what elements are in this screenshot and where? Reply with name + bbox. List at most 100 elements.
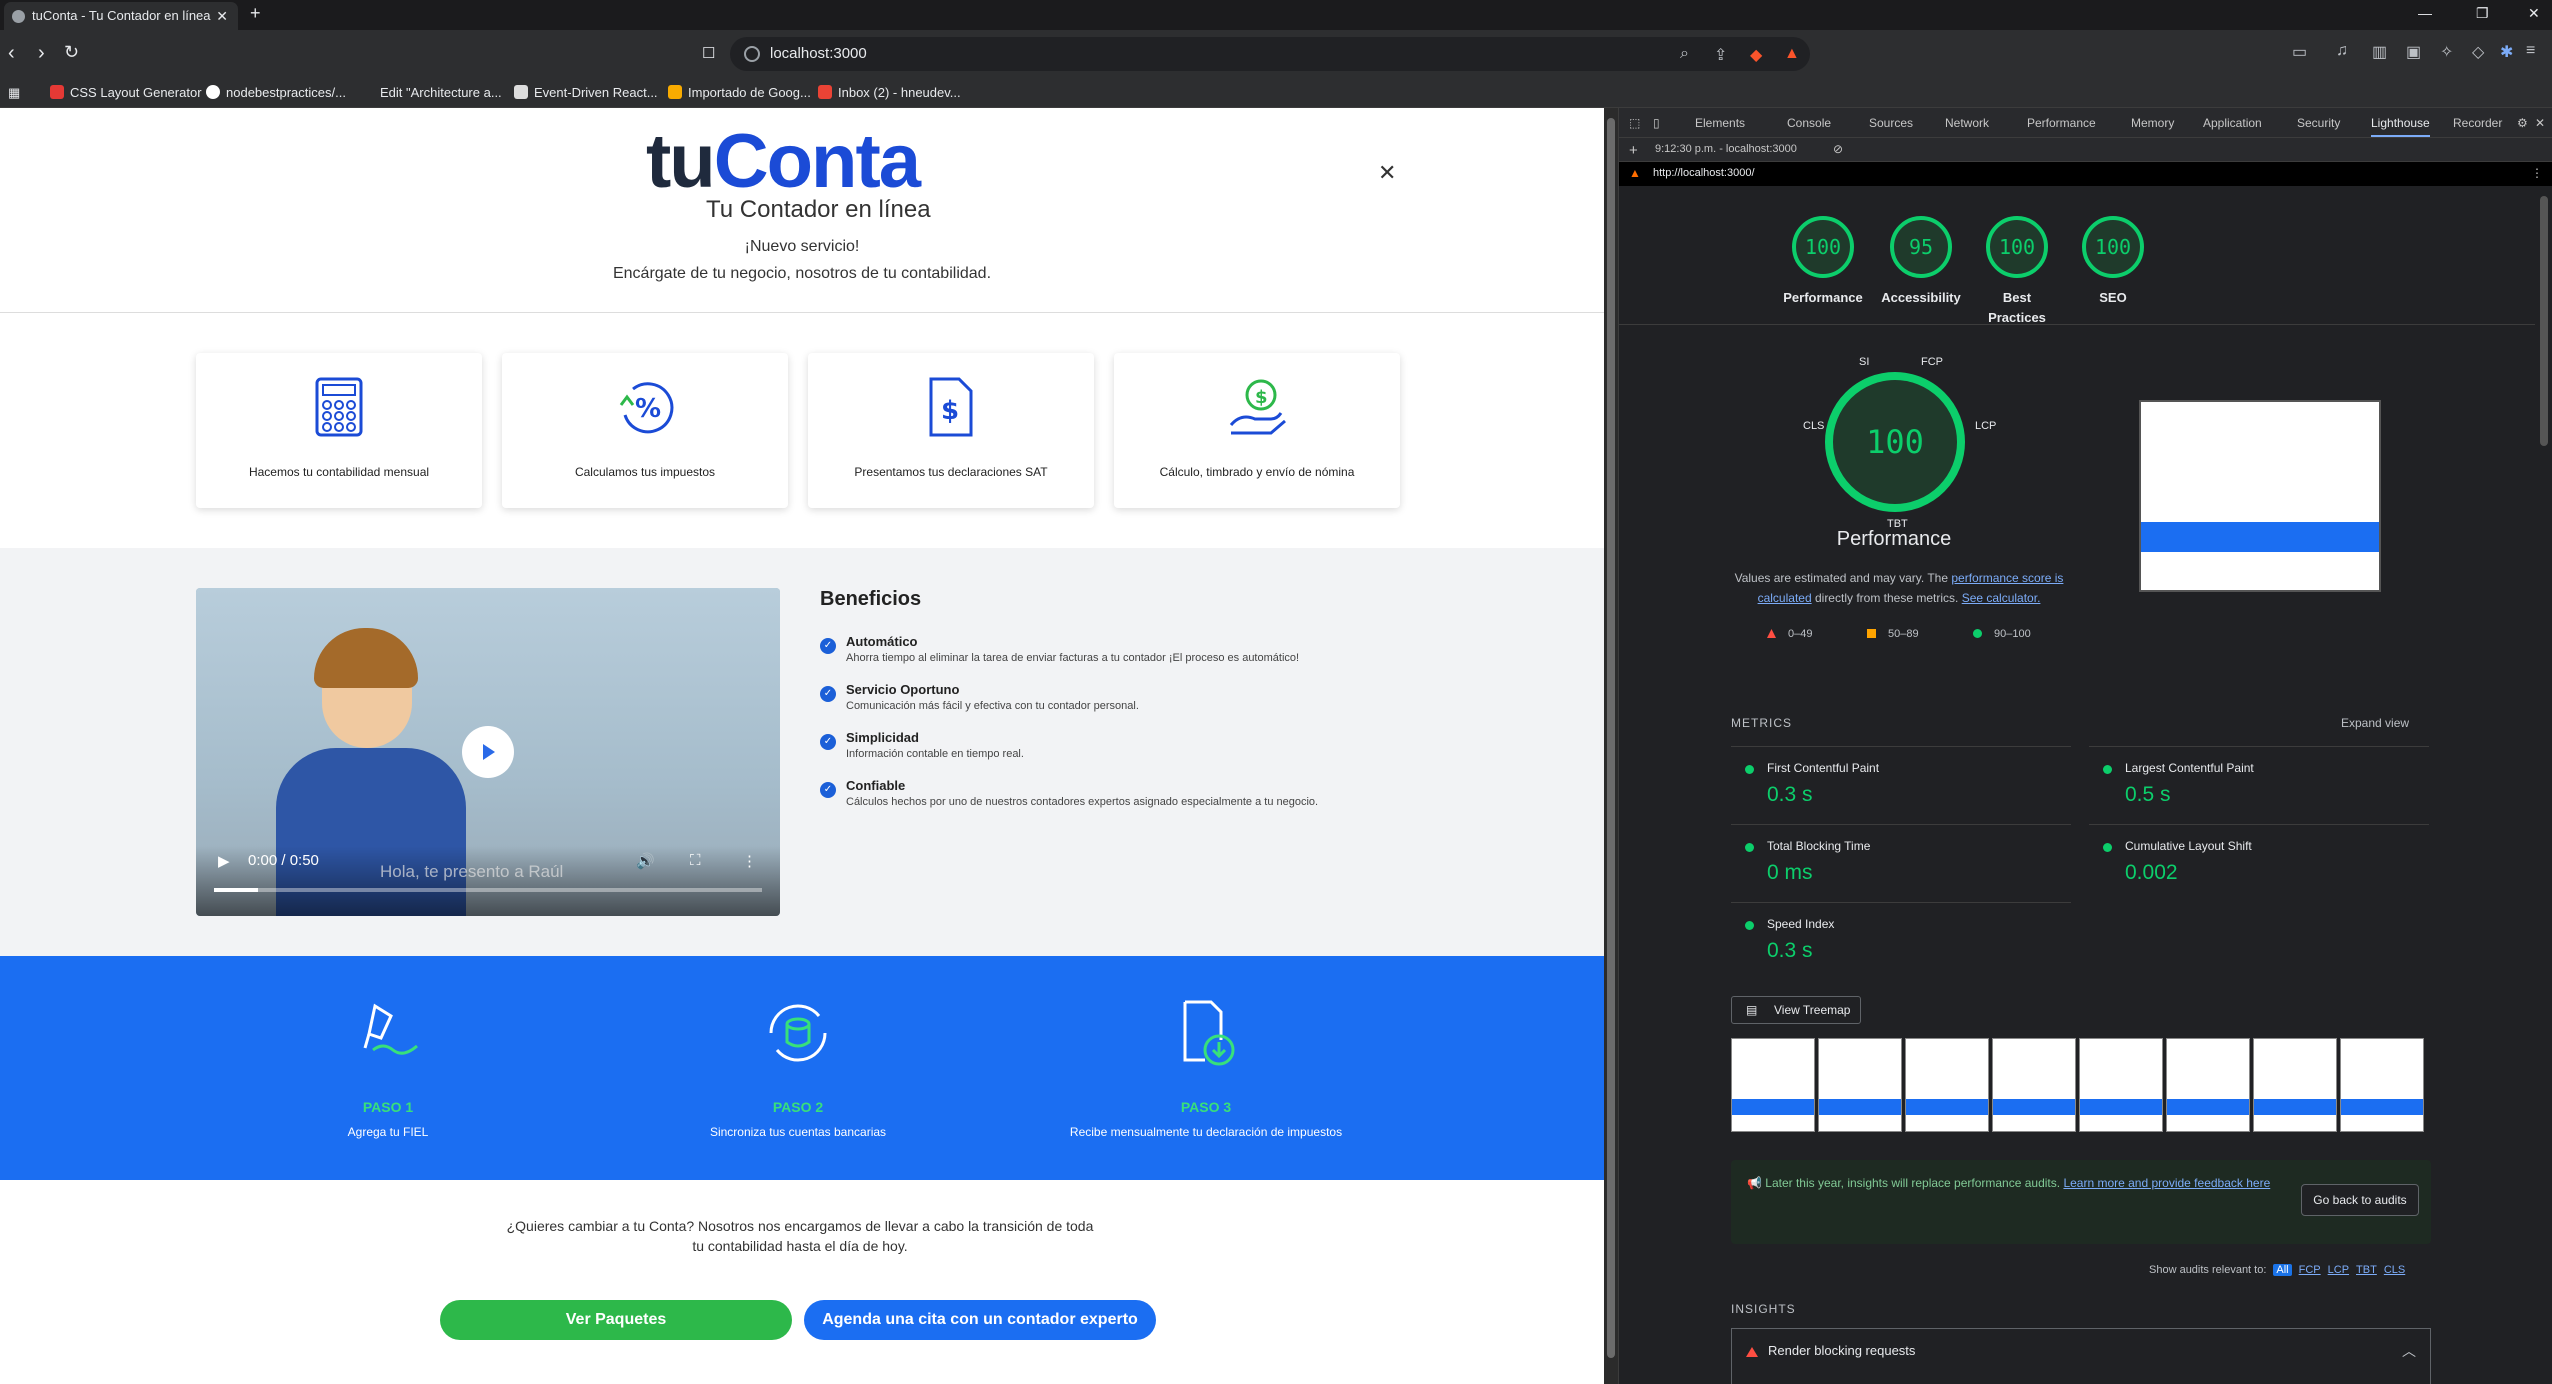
bookmark-item[interactable]: CSS Layout Generator (50, 85, 202, 100)
filter-lcp[interactable]: LCP (2328, 1264, 2349, 1276)
tab-bar: tuConta - Tu Contador en línea ✕ + — ❐ ✕ (0, 0, 2552, 30)
new-report-icon[interactable]: + (1629, 142, 1638, 159)
filter-tbt[interactable]: TBT (2356, 1264, 2377, 1276)
svg-text:$: $ (1255, 387, 1268, 408)
tab-recorder[interactable]: Recorder (2453, 116, 2502, 130)
extension-icon[interactable]: ✱ (2500, 42, 2513, 62)
video-player[interactable]: ▶ 0:00 / 0:50 Hola, te presento a Raúl 🔊… (196, 588, 780, 916)
clear-icon[interactable]: ⊘ (1833, 142, 1843, 156)
menu-icon[interactable]: ≡ (2526, 42, 2535, 60)
bookmark-item[interactable]: Inbox (2) - hneudev... (818, 85, 961, 100)
window-close-icon[interactable]: ✕ (2528, 5, 2540, 22)
tab-sources[interactable]: Sources (1869, 116, 1913, 130)
leo-icon[interactable]: ✧ (2440, 42, 2453, 62)
devtools-scrollbar[interactable] (2535, 186, 2552, 1384)
service-card: $ Cálculo, timbrado y envío de nómina (1114, 353, 1400, 508)
video-progress[interactable] (214, 888, 762, 892)
site-info-icon[interactable] (744, 46, 760, 62)
view-packages-button[interactable]: Ver Paquetes (440, 1300, 792, 1340)
filmstrip-frame (1818, 1038, 1902, 1132)
report-menu-icon[interactable]: ⋮ (2531, 166, 2543, 180)
device-toolbar-icon[interactable]: ▯ (1653, 116, 1660, 130)
settings-icon[interactable]: ⚙ (2517, 116, 2528, 130)
brave-rewards-icon[interactable]: ▲ (1784, 45, 1800, 63)
bookmark-icon[interactable]: ☐ (702, 44, 715, 62)
music-icon[interactable]: ♫ (2336, 42, 2348, 60)
bookmark-item[interactable]: Edit "Architecture a... (380, 85, 502, 100)
devtools-close-icon[interactable]: ✕ (2535, 116, 2545, 130)
percent-icon: % (619, 382, 674, 434)
back-icon[interactable]: ‹ (8, 42, 15, 65)
audit-filter: Show audits relevant to: All FCP LCP TBT CLS (2149, 1264, 2406, 1276)
feedback-link[interactable]: Learn more and provide feedback here (2063, 1176, 2270, 1190)
reload-icon[interactable]: ↻ (64, 42, 79, 63)
see-calculator-link[interactable]: See calculator. (1962, 591, 2041, 605)
tab-network[interactable]: Network (1945, 116, 1989, 130)
share-icon[interactable]: ⇪ (1714, 45, 1727, 65)
page-scrollbar[interactable] (1604, 108, 1618, 1384)
tab-application[interactable]: Application (2203, 116, 2262, 130)
lighthouse-report: 100 Performance 95 Accessibility 100 Best P… (1619, 186, 2535, 1384)
brave-shield-icon[interactable]: ◆ (1750, 45, 1762, 65)
megaphone-icon: 📢 (1747, 1176, 1766, 1190)
cast-icon[interactable]: ▭ (2292, 42, 2307, 62)
render-blocking-audit[interactable]: Render blocking requests ︿ (1731, 1328, 2431, 1384)
browser-tab[interactable]: tuConta - Tu Contador en línea ✕ (4, 2, 238, 30)
tab-performance[interactable]: Performance (2027, 116, 2096, 130)
close-tab-icon[interactable]: ✕ (216, 2, 228, 30)
devtools-tabs: ⬚ ▯ Elements Console Sources Network Per… (1619, 108, 2552, 138)
apps-icon[interactable]: ▦ (8, 85, 20, 101)
score-performance[interactable]: 100 Performance (1775, 216, 1871, 308)
service-label: Hacemos tu contabilidad mensual (248, 465, 430, 479)
filter-cls[interactable]: CLS (2384, 1264, 2405, 1276)
volume-icon[interactable]: 🔊 (636, 852, 655, 870)
video-play-icon[interactable]: ▶ (218, 852, 230, 870)
address-bar[interactable]: localhost:3000 ⌕ ⇪ ◆ ▲ (730, 37, 1810, 71)
schedule-appointment-button[interactable]: Agenda una cita con un contador experto (804, 1300, 1156, 1340)
wallet-icon[interactable]: ▣ (2406, 42, 2421, 62)
tab-elements[interactable]: Elements (1695, 116, 1745, 130)
restore-icon[interactable]: ❐ (2476, 5, 2489, 22)
filter-all[interactable]: All (2273, 1264, 2292, 1276)
sync-database-icon (769, 1004, 827, 1062)
page-screenshot-thumbnail[interactable] (2139, 400, 2381, 592)
check-icon: ✓ (820, 638, 836, 654)
expand-view-toggle[interactable]: Expand view (2341, 716, 2409, 730)
filter-fcp[interactable]: FCP (2299, 1264, 2321, 1276)
fullscreen-icon[interactable]: ⛶ (690, 852, 701, 869)
tab-lighthouse[interactable]: Lighthouse (2371, 116, 2430, 137)
bookmark-item[interactable]: Importado de Goog... (668, 85, 811, 100)
vpn-icon[interactable]: ◇ (2472, 42, 2484, 62)
new-tab-icon[interactable]: + (250, 3, 261, 24)
tab-memory[interactable]: Memory (2131, 116, 2174, 130)
tab-console[interactable]: Console (1787, 116, 1831, 130)
filmstrip-frame (1731, 1038, 1815, 1132)
forward-icon[interactable]: › (38, 42, 45, 65)
more-options-icon[interactable]: ⋮ (742, 852, 757, 870)
report-selector[interactable]: 9:12:30 p.m. - localhost:3000 (1655, 143, 1797, 155)
chevron-up-icon[interactable]: ︿ (2402, 1341, 2416, 1361)
divider (0, 312, 1604, 313)
score-accessibility[interactable]: 95 Accessibility (1873, 216, 1969, 308)
score-best-practices[interactable]: 100 Best Practices (1969, 216, 2065, 328)
bookmark-item[interactable]: nodebestpractices/... (206, 85, 346, 100)
service-card: Hacemos tu contabilidad mensual (196, 353, 482, 508)
view-treemap-button[interactable]: ▤ View Treemap (1731, 996, 1861, 1024)
close-icon[interactable]: ✕ (1378, 160, 1396, 186)
metric-fcp: First Contentful Paint 0.3 s (1731, 746, 2071, 822)
bookmark-item[interactable]: Event-Driven React... (514, 85, 658, 100)
tab-security[interactable]: Security (2297, 116, 2340, 130)
inspect-icon[interactable]: ⬚ (1629, 116, 1640, 130)
go-back-to-audits-button[interactable]: Go back to audits (2301, 1184, 2419, 1216)
score-seo[interactable]: 100 SEO (2065, 216, 2161, 308)
service-card: $ Presentamos tus declaraciones SAT (808, 353, 1094, 508)
check-icon: ✓ (820, 782, 836, 798)
sidebar-icon[interactable]: ▥ (2372, 42, 2387, 62)
header-subtitle: Encárgate de tu negocio, nosotros de tu … (612, 265, 992, 282)
minimize-icon[interactable]: — (2418, 5, 2432, 21)
service-label: Calculamos tus impuestos (574, 465, 716, 479)
pen-signature-icon (363, 1003, 418, 1055)
zoom-icon[interactable]: ⌕ (1680, 45, 1689, 63)
step-1: PASO 1 Agrega tu FIEL (248, 998, 528, 1139)
play-button[interactable] (462, 726, 514, 778)
